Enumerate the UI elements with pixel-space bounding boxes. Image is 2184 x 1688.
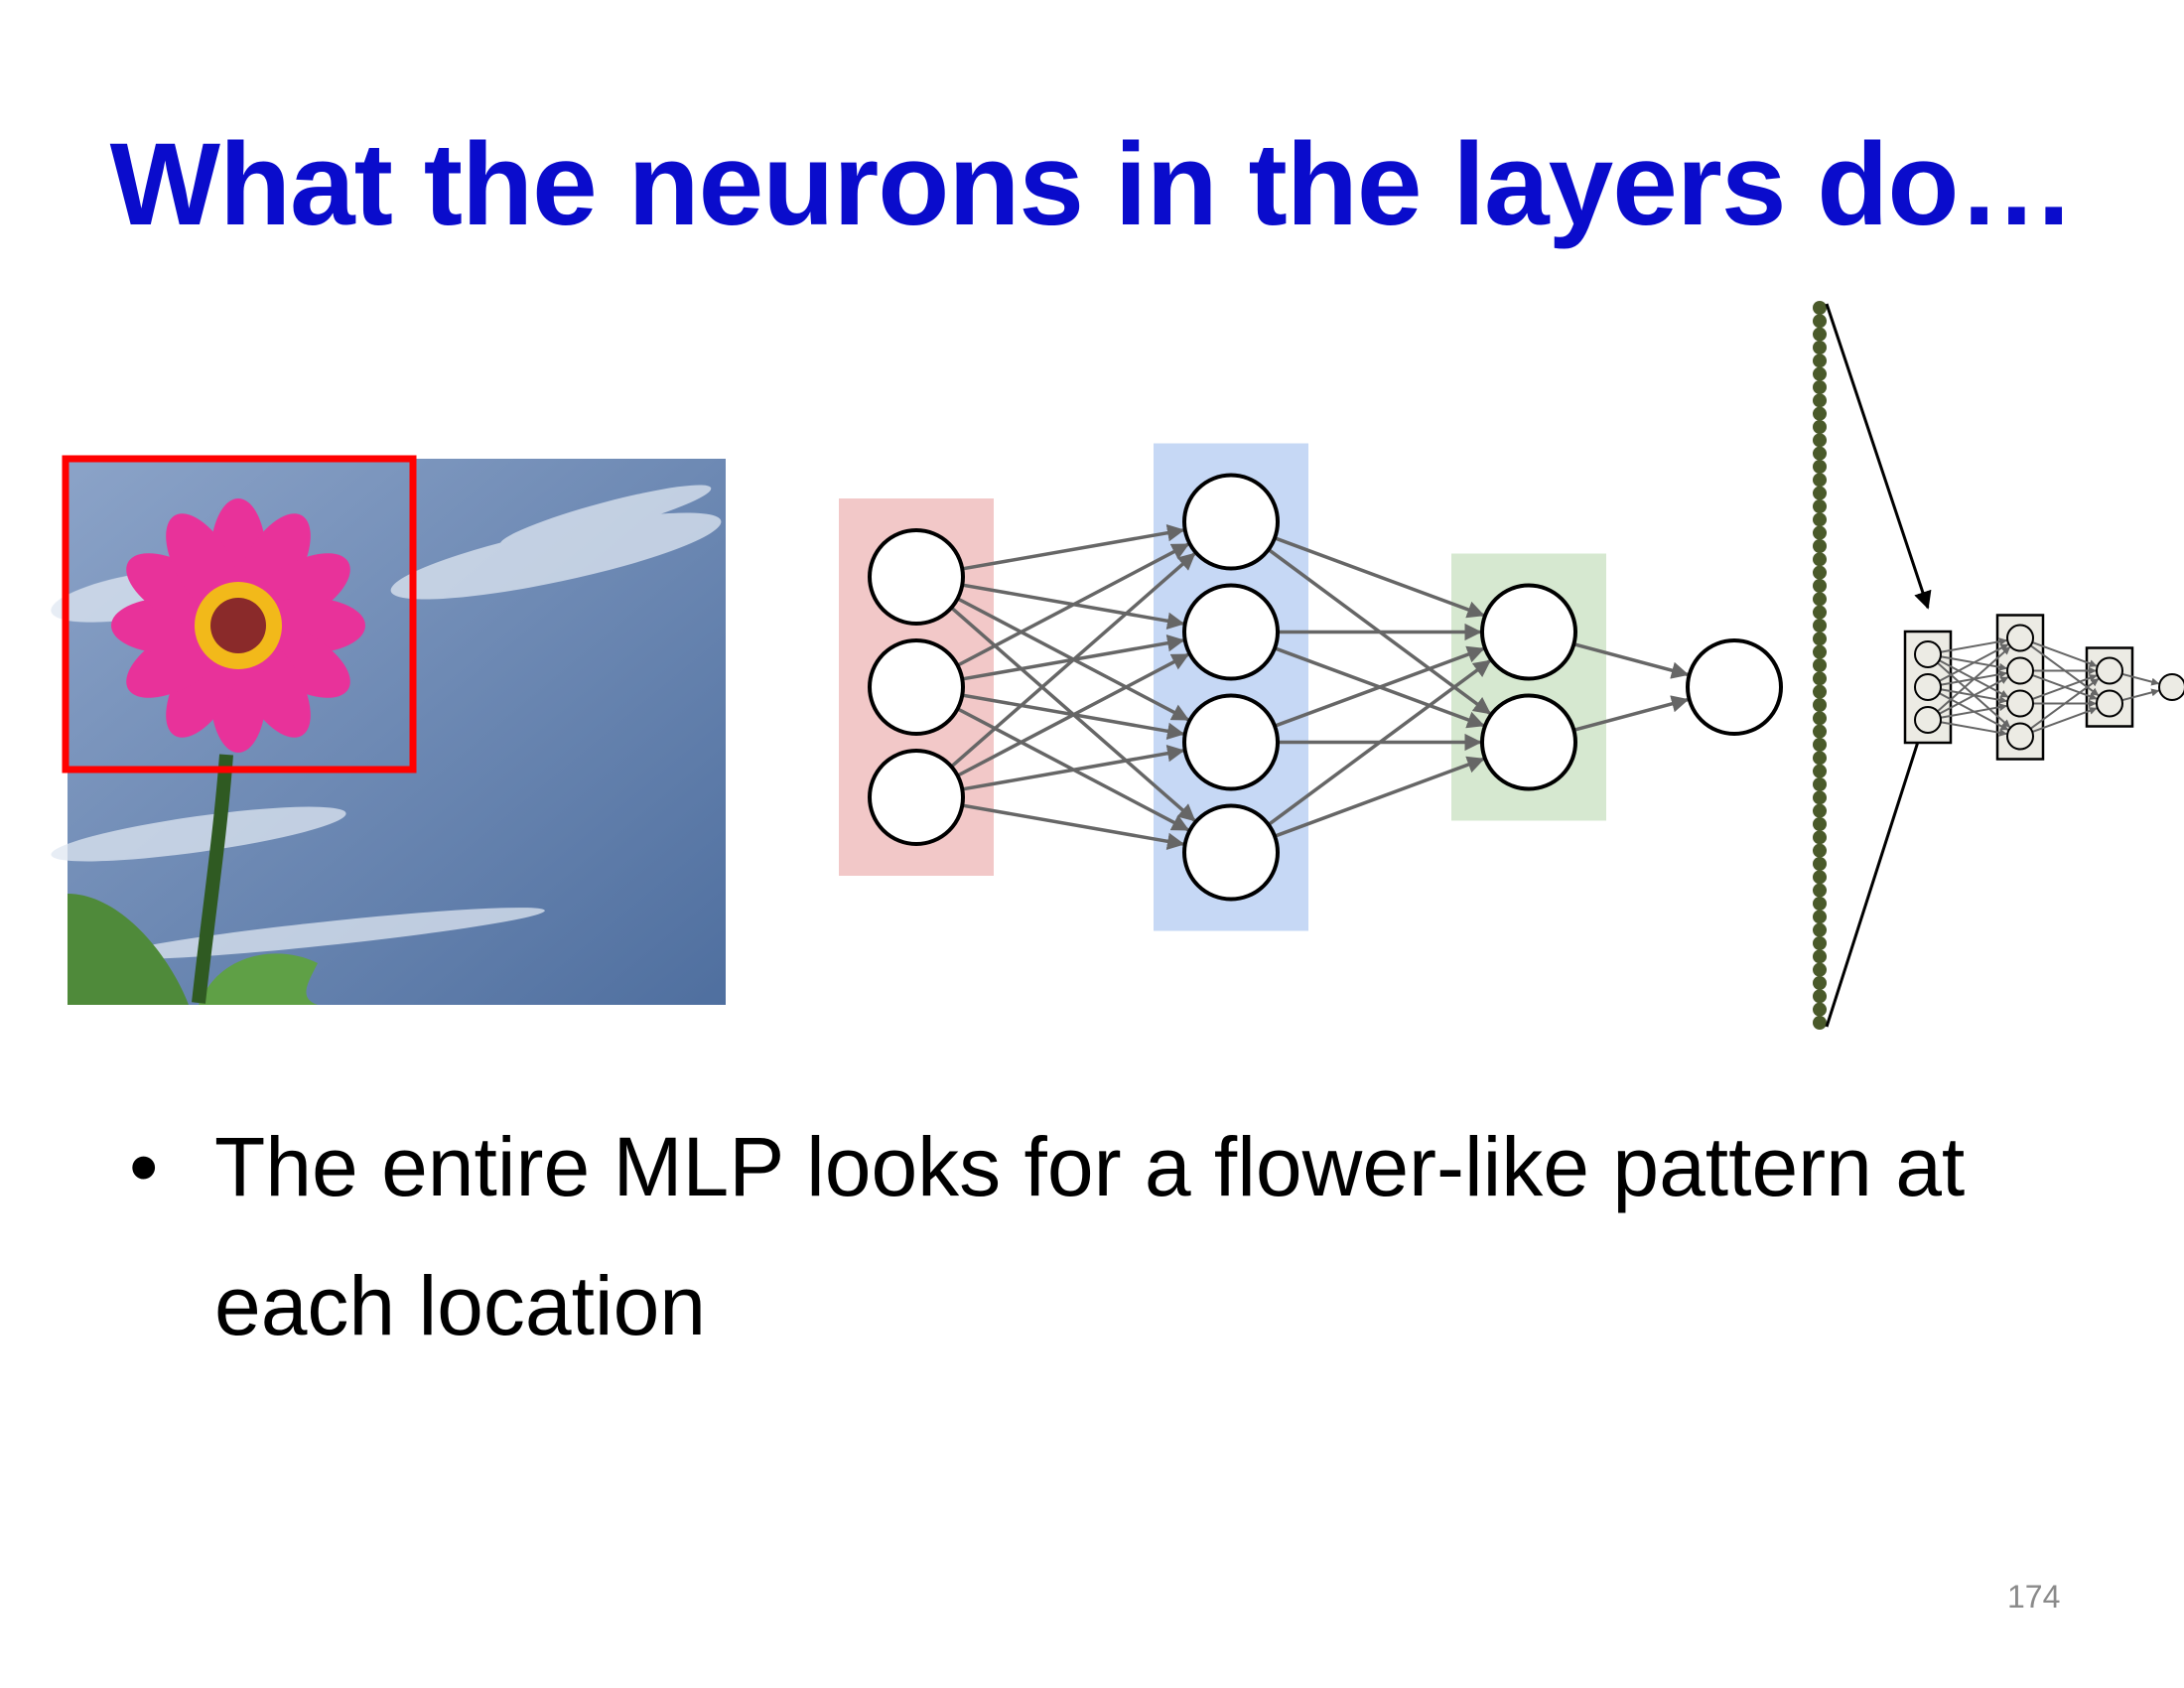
neuron-node xyxy=(1182,693,1280,791)
input-dot xyxy=(1813,1016,1827,1030)
input-dot xyxy=(1813,525,1827,540)
input-dot xyxy=(1813,883,1827,898)
input-dot xyxy=(1813,830,1827,845)
mini-neuron xyxy=(2006,624,2034,652)
input-dot xyxy=(1813,314,1827,329)
bullet-text: The entire MLP looks for a flower-like p… xyxy=(214,1120,1966,1352)
input-dot xyxy=(1813,949,1827,964)
input-dot xyxy=(1813,460,1827,474)
input-dot xyxy=(1813,353,1827,368)
input-dot xyxy=(1813,605,1827,620)
mini-neuron xyxy=(1914,640,1942,668)
input-dot xyxy=(1813,751,1827,766)
input-dot xyxy=(1813,473,1827,488)
input-dot xyxy=(1813,512,1827,527)
input-dot xyxy=(1813,658,1827,672)
input-dot xyxy=(1813,1002,1827,1017)
neuron-node xyxy=(1480,693,1577,791)
input-dot xyxy=(1813,976,1827,990)
bullet-marker: • xyxy=(129,1120,159,1213)
input-dot xyxy=(1813,724,1827,739)
neuron-node xyxy=(1480,583,1577,681)
input-dot xyxy=(1813,433,1827,448)
input-dot xyxy=(1813,684,1827,699)
input-dot xyxy=(1813,777,1827,791)
input-dot xyxy=(1813,870,1827,885)
mini-neuron xyxy=(1914,673,1942,701)
input-dot xyxy=(1813,671,1827,686)
input-dot xyxy=(1813,539,1827,553)
input-dot xyxy=(1813,843,1827,858)
neuron-node xyxy=(868,749,965,846)
zoom-arrow-top xyxy=(1825,303,1932,610)
input-dot xyxy=(1813,857,1827,871)
input-dot xyxy=(1813,565,1827,580)
mini-neuron xyxy=(2006,689,2034,718)
input-dot xyxy=(1813,619,1827,633)
input-dot xyxy=(1813,910,1827,924)
neuron-node xyxy=(868,528,965,626)
input-dot xyxy=(1813,406,1827,421)
input-dot xyxy=(1813,499,1827,513)
input-dot xyxy=(1813,446,1827,461)
zoom-arrow-bottom xyxy=(1825,715,1930,1028)
input-dot xyxy=(1813,486,1827,500)
input-dot xyxy=(1813,420,1827,434)
input-dot xyxy=(1813,803,1827,818)
mini-neuron xyxy=(2096,689,2123,718)
input-dot xyxy=(1813,936,1827,950)
input-dot xyxy=(1813,552,1827,567)
mini-neuron xyxy=(2158,673,2184,701)
page-number: 174 xyxy=(2007,1579,2061,1615)
input-dot xyxy=(1813,738,1827,752)
input-dot xyxy=(1813,711,1827,726)
input-dot xyxy=(1813,764,1827,778)
input-dot xyxy=(1813,341,1827,354)
input-dot xyxy=(1813,790,1827,805)
input-dot xyxy=(1813,644,1827,659)
neuron-node xyxy=(868,638,965,736)
input-dot xyxy=(1813,592,1827,607)
neuron-node xyxy=(1686,638,1783,736)
input-dot xyxy=(1813,962,1827,977)
input-dot xyxy=(1813,301,1827,315)
neuron-node xyxy=(1182,583,1280,681)
input-dot xyxy=(1813,989,1827,1004)
neuron-node xyxy=(1182,803,1280,902)
input-dot xyxy=(1813,897,1827,911)
input-dot xyxy=(1813,327,1827,342)
input-dot xyxy=(1813,922,1827,937)
input-dot xyxy=(1813,817,1827,831)
input-dot xyxy=(1813,698,1827,712)
mini-neuron xyxy=(1914,706,1942,734)
input-dot xyxy=(1813,579,1827,593)
input-dot xyxy=(1813,632,1827,646)
mini-neuron xyxy=(2006,722,2034,751)
input-dot xyxy=(1813,366,1827,381)
input-dot xyxy=(1813,380,1827,394)
mini-neuron xyxy=(2096,656,2123,685)
bullet-point: • The entire MLP looks for a flower-like… xyxy=(129,1097,2065,1375)
input-dot xyxy=(1813,393,1827,408)
neuron-node xyxy=(1182,473,1280,571)
mlp-diagram xyxy=(839,301,2184,1030)
mini-neuron xyxy=(2006,656,2034,685)
